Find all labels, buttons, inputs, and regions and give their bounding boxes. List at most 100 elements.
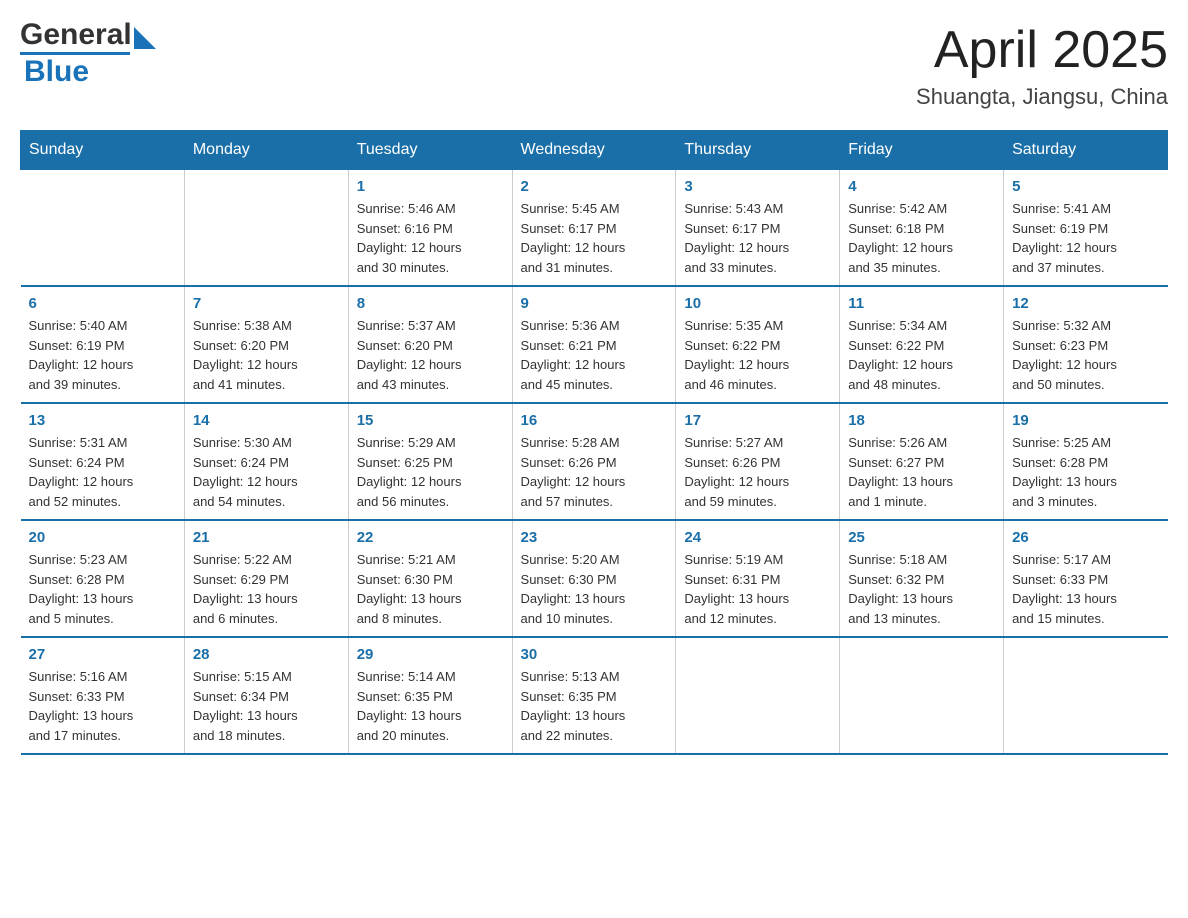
day-number: 15 (357, 412, 504, 429)
day-number: 9 (521, 295, 668, 312)
calendar-cell: 16 Sunrise: 5:28 AM Sunset: 6:26 PM Dayli… (512, 403, 676, 520)
calendar-cell (1004, 637, 1168, 754)
day-number: 2 (521, 178, 668, 195)
day-number: 16 (521, 412, 668, 429)
calendar-cell (184, 170, 348, 287)
day-info: Sunrise: 5:21 AM Sunset: 6:30 PM Dayligh… (357, 550, 504, 628)
day-info: Sunrise: 5:42 AM Sunset: 6:18 PM Dayligh… (848, 199, 995, 277)
calendar-cell: 17Sunrise: 5:27 AM Sunset: 6:26 PM Dayli… (676, 403, 840, 520)
day-number: 20 (29, 529, 176, 546)
calendar-cell: 20 Sunrise: 5:23 AM Sunset: 6:28 PM Dayli… (21, 520, 185, 637)
title-block: April 2025 Shuangta, Jiangsu, China (916, 20, 1168, 110)
day-info: Sunrise: 5:41 AM Sunset: 6:19 PM Dayligh… (1012, 199, 1159, 277)
calendar-cell: 24 Sunrise: 5:19 AM Sunset: 6:31 PM Dayli… (676, 520, 840, 637)
day-info: Sunrise: 5:26 AM Sunset: 6:27 PM Dayligh… (848, 433, 995, 511)
day-info: Sunrise: 5:45 AM Sunset: 6:17 PM Dayligh… (521, 199, 668, 277)
calendar-cell: 28 Sunrise: 5:15 AM Sunset: 6:34 PM Dayli… (184, 637, 348, 754)
day-number: 26 (1012, 529, 1159, 546)
week-row-5: 27 Sunrise: 5:16 AM Sunset: 6:33 PM Dayli… (21, 637, 1168, 754)
day-number: 1 (357, 178, 504, 195)
day-info: Sunrise: 5:23 AM Sunset: 6:28 PM Dayligh… (29, 550, 176, 628)
week-row-4: 20 Sunrise: 5:23 AM Sunset: 6:28 PM Dayli… (21, 520, 1168, 637)
day-number: 22 (357, 529, 504, 546)
calendar-cell (840, 637, 1004, 754)
calendar-cell: 26 Sunrise: 5:17 AM Sunset: 6:33 PM Dayli… (1004, 520, 1168, 637)
header-day-monday: Monday (184, 131, 348, 170)
day-info: Sunrise: 5:29 AM Sunset: 6:25 PM Dayligh… (357, 433, 504, 511)
day-info: Sunrise: 5:37 AM Sunset: 6:20 PM Dayligh… (357, 316, 504, 394)
calendar-cell: 18 Sunrise: 5:26 AM Sunset: 6:27 PM Dayli… (840, 403, 1004, 520)
day-info: Sunrise: 5:38 AM Sunset: 6:20 PM Dayligh… (193, 316, 340, 394)
calendar-cell: 1 Sunrise: 5:46 AM Sunset: 6:16 PM Daylig… (348, 170, 512, 287)
logo-general-text: General (20, 20, 132, 50)
day-info: Sunrise: 5:18 AM Sunset: 6:32 PM Dayligh… (848, 550, 995, 628)
calendar-cell: 15 Sunrise: 5:29 AM Sunset: 6:25 PM Dayli… (348, 403, 512, 520)
calendar-cell: 14Sunrise: 5:30 AM Sunset: 6:24 PM Dayli… (184, 403, 348, 520)
day-number: 28 (193, 646, 340, 663)
day-info: Sunrise: 5:43 AM Sunset: 6:17 PM Dayligh… (684, 199, 831, 277)
week-row-3: 13 Sunrise: 5:31 AM Sunset: 6:24 PM Dayli… (21, 403, 1168, 520)
header-day-thursday: Thursday (676, 131, 840, 170)
day-info: Sunrise: 5:31 AM Sunset: 6:24 PM Dayligh… (29, 433, 176, 511)
day-info: Sunrise: 5:28 AM Sunset: 6:26 PM Dayligh… (521, 433, 668, 511)
day-info: Sunrise: 5:19 AM Sunset: 6:31 PM Dayligh… (684, 550, 831, 628)
week-row-1: 1 Sunrise: 5:46 AM Sunset: 6:16 PM Daylig… (21, 170, 1168, 287)
day-number: 3 (684, 178, 831, 195)
calendar-cell: 3 Sunrise: 5:43 AM Sunset: 6:17 PM Daylig… (676, 170, 840, 287)
calendar-cell: 7 Sunrise: 5:38 AM Sunset: 6:20 PM Daylig… (184, 286, 348, 403)
day-info: Sunrise: 5:40 AM Sunset: 6:19 PM Dayligh… (29, 316, 176, 394)
calendar-body: 1 Sunrise: 5:46 AM Sunset: 6:16 PM Daylig… (21, 170, 1168, 755)
calendar-cell (676, 637, 840, 754)
calendar-cell: 29 Sunrise: 5:14 AM Sunset: 6:35 PM Dayli… (348, 637, 512, 754)
day-number: 30 (521, 646, 668, 663)
calendar-cell: 25Sunrise: 5:18 AM Sunset: 6:32 PM Dayli… (840, 520, 1004, 637)
calendar-cell: 13 Sunrise: 5:31 AM Sunset: 6:24 PM Dayli… (21, 403, 185, 520)
header-day-friday: Friday (840, 131, 1004, 170)
day-info: Sunrise: 5:46 AM Sunset: 6:16 PM Dayligh… (357, 199, 504, 277)
calendar-cell: 23 Sunrise: 5:20 AM Sunset: 6:30 PM Dayli… (512, 520, 676, 637)
day-info: Sunrise: 5:27 AM Sunset: 6:26 PM Dayligh… (684, 433, 831, 511)
header-row: SundayMondayTuesdayWednesdayThursdayFrid… (21, 131, 1168, 170)
day-number: 23 (521, 529, 668, 546)
day-number: 6 (29, 295, 176, 312)
day-info: Sunrise: 5:32 AM Sunset: 6:23 PM Dayligh… (1012, 316, 1159, 394)
calendar-cell: 2 Sunrise: 5:45 AM Sunset: 6:17 PM Daylig… (512, 170, 676, 287)
calendar-subtitle: Shuangta, Jiangsu, China (916, 84, 1168, 110)
day-info: Sunrise: 5:15 AM Sunset: 6:34 PM Dayligh… (193, 667, 340, 745)
day-number: 5 (1012, 178, 1159, 195)
day-info: Sunrise: 5:16 AM Sunset: 6:33 PM Dayligh… (29, 667, 176, 745)
calendar-cell: 19Sunrise: 5:25 AM Sunset: 6:28 PM Dayli… (1004, 403, 1168, 520)
day-info: Sunrise: 5:35 AM Sunset: 6:22 PM Dayligh… (684, 316, 831, 394)
logo-brand: General (20, 20, 156, 50)
day-number: 13 (29, 412, 176, 429)
header-day-wednesday: Wednesday (512, 131, 676, 170)
day-info: Sunrise: 5:25 AM Sunset: 6:28 PM Dayligh… (1012, 433, 1159, 511)
day-number: 29 (357, 646, 504, 663)
logo: General Blue (20, 20, 156, 89)
day-info: Sunrise: 5:34 AM Sunset: 6:22 PM Dayligh… (848, 316, 995, 394)
calendar-cell: 5 Sunrise: 5:41 AM Sunset: 6:19 PM Daylig… (1004, 170, 1168, 287)
day-info: Sunrise: 5:36 AM Sunset: 6:21 PM Dayligh… (521, 316, 668, 394)
calendar-cell: 12Sunrise: 5:32 AM Sunset: 6:23 PM Dayli… (1004, 286, 1168, 403)
day-info: Sunrise: 5:13 AM Sunset: 6:35 PM Dayligh… (521, 667, 668, 745)
day-number: 24 (684, 529, 831, 546)
day-info: Sunrise: 5:30 AM Sunset: 6:24 PM Dayligh… (193, 433, 340, 511)
calendar-table: SundayMondayTuesdayWednesdayThursdayFrid… (20, 130, 1168, 755)
day-number: 18 (848, 412, 995, 429)
day-number: 8 (357, 295, 504, 312)
day-number: 11 (848, 295, 995, 312)
calendar-cell: 27 Sunrise: 5:16 AM Sunset: 6:33 PM Dayli… (21, 637, 185, 754)
calendar-cell: 4 Sunrise: 5:42 AM Sunset: 6:18 PM Daylig… (840, 170, 1004, 287)
day-number: 4 (848, 178, 995, 195)
day-info: Sunrise: 5:14 AM Sunset: 6:35 PM Dayligh… (357, 667, 504, 745)
calendar-cell: 30 Sunrise: 5:13 AM Sunset: 6:35 PM Dayli… (512, 637, 676, 754)
day-number: 7 (193, 295, 340, 312)
day-info: Sunrise: 5:17 AM Sunset: 6:33 PM Dayligh… (1012, 550, 1159, 628)
calendar-cell: 10Sunrise: 5:35 AM Sunset: 6:22 PM Dayli… (676, 286, 840, 403)
header-day-sunday: Sunday (21, 131, 185, 170)
week-row-2: 6 Sunrise: 5:40 AM Sunset: 6:19 PM Daylig… (21, 286, 1168, 403)
calendar-cell: 21Sunrise: 5:22 AM Sunset: 6:29 PM Dayli… (184, 520, 348, 637)
day-number: 27 (29, 646, 176, 663)
day-info: Sunrise: 5:20 AM Sunset: 6:30 PM Dayligh… (521, 550, 668, 628)
calendar-cell (21, 170, 185, 287)
